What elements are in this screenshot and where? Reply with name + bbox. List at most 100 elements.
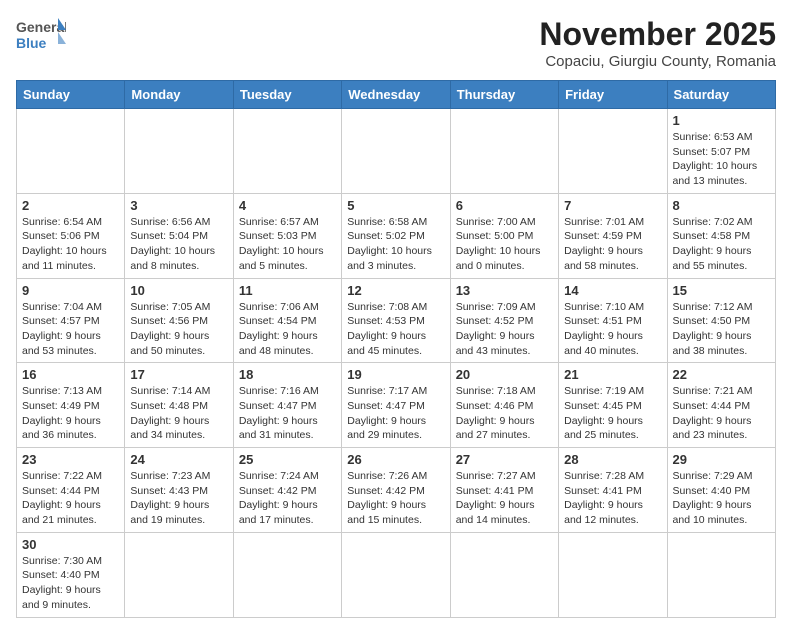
day-header-wednesday: Wednesday [342,81,450,109]
day-number: 4 [239,198,336,213]
cell-info: Sunrise: 7:08 AM Sunset: 4:53 PM Dayligh… [347,300,444,359]
day-number: 12 [347,283,444,298]
cell-info: Sunrise: 7:29 AM Sunset: 4:40 PM Dayligh… [673,469,770,528]
cell-info: Sunrise: 7:01 AM Sunset: 4:59 PM Dayligh… [564,215,661,274]
day-number: 24 [130,452,227,467]
cell-info: Sunrise: 6:54 AM Sunset: 5:06 PM Dayligh… [22,215,119,274]
logo-svg: General Blue [16,16,66,60]
calendar-table: SundayMondayTuesdayWednesdayThursdayFrid… [16,80,776,618]
calendar-cell: 30 Sunrise: 7:30 AM Sunset: 4:40 PM Dayli… [17,532,125,617]
logo: General Blue [16,16,66,60]
cell-info: Sunrise: 7:04 AM Sunset: 4:57 PM Dayligh… [22,300,119,359]
calendar-cell: 11Sunrise: 7:06 AM Sunset: 4:54 PM Dayli… [233,278,341,363]
day-number: 1 [673,113,770,128]
calendar-cell: 29 Sunrise: 7:29 AM Sunset: 4:40 PM Dayli… [667,448,775,533]
day-number: 19 [347,367,444,382]
calendar-cell [125,532,233,617]
calendar-cell [125,109,233,194]
title-area: November 2025 Copaciu, Giurgiu County, R… [539,16,776,70]
day-number: 16 [22,367,119,382]
day-number: 22 [673,367,770,382]
header: General Blue November 2025 Copaciu, Giur… [16,16,776,70]
calendar-cell: 10 Sunrise: 7:05 AM Sunset: 4:56 PM Dayli… [125,278,233,363]
cell-info: Sunrise: 7:26 AM Sunset: 4:42 PM Dayligh… [347,469,444,528]
calendar-cell [342,109,450,194]
calendar-cell [233,532,341,617]
calendar-cell [17,109,125,194]
day-number: 21 [564,367,661,382]
calendar-cell [559,532,667,617]
day-header-thursday: Thursday [450,81,558,109]
day-number: 25 [239,452,336,467]
calendar-cell: 22 Sunrise: 7:21 AM Sunset: 4:44 PM Dayli… [667,363,775,448]
day-number: 23 [22,452,119,467]
calendar-cell: 5 Sunrise: 6:58 AM Sunset: 5:02 PM Daylig… [342,193,450,278]
cell-info: Sunrise: 7:16 AM Sunset: 4:47 PM Dayligh… [239,384,336,443]
cell-info: Sunrise: 6:53 AM Sunset: 5:07 PM Dayligh… [673,130,770,189]
month-title: November 2025 [539,16,776,53]
calendar-cell: 4 Sunrise: 6:57 AM Sunset: 5:03 PM Daylig… [233,193,341,278]
calendar-cell [559,109,667,194]
day-number: 28 [564,452,661,467]
cell-info: Sunrise: 7:09 AM Sunset: 4:52 PM Dayligh… [456,300,553,359]
calendar-cell: 2 Sunrise: 6:54 AM Sunset: 5:06 PM Daylig… [17,193,125,278]
calendar-cell: 12 Sunrise: 7:08 AM Sunset: 4:53 PM Dayli… [342,278,450,363]
calendar-cell: 17Sunrise: 7:14 AM Sunset: 4:48 PM Dayli… [125,363,233,448]
cell-info: Sunrise: 6:58 AM Sunset: 5:02 PM Dayligh… [347,215,444,274]
calendar-cell: 6Sunrise: 7:00 AM Sunset: 5:00 PM Daylig… [450,193,558,278]
calendar-cell: 13 Sunrise: 7:09 AM Sunset: 4:52 PM Dayli… [450,278,558,363]
week-row-3: 9 Sunrise: 7:04 AM Sunset: 4:57 PM Daylig… [17,278,776,363]
calendar-cell: 3Sunrise: 6:56 AM Sunset: 5:04 PM Daylig… [125,193,233,278]
cell-info: Sunrise: 7:19 AM Sunset: 4:45 PM Dayligh… [564,384,661,443]
week-row-1: 1 Sunrise: 6:53 AM Sunset: 5:07 PM Daylig… [17,109,776,194]
cell-info: Sunrise: 7:17 AM Sunset: 4:47 PM Dayligh… [347,384,444,443]
day-header-monday: Monday [125,81,233,109]
day-number: 14 [564,283,661,298]
day-number: 18 [239,367,336,382]
calendar-cell: 27 Sunrise: 7:27 AM Sunset: 4:41 PM Dayli… [450,448,558,533]
svg-text:Blue: Blue [16,35,47,51]
cell-info: Sunrise: 7:13 AM Sunset: 4:49 PM Dayligh… [22,384,119,443]
cell-info: Sunrise: 7:18 AM Sunset: 4:46 PM Dayligh… [456,384,553,443]
day-number: 7 [564,198,661,213]
calendar-cell [450,109,558,194]
day-number: 20 [456,367,553,382]
calendar-cell [342,532,450,617]
week-row-5: 23Sunrise: 7:22 AM Sunset: 4:44 PM Dayli… [17,448,776,533]
calendar-cell: 23Sunrise: 7:22 AM Sunset: 4:44 PM Dayli… [17,448,125,533]
day-number: 30 [22,537,119,552]
day-header-friday: Friday [559,81,667,109]
cell-info: Sunrise: 7:21 AM Sunset: 4:44 PM Dayligh… [673,384,770,443]
cell-info: Sunrise: 7:05 AM Sunset: 4:56 PM Dayligh… [130,300,227,359]
calendar-cell: 20 Sunrise: 7:18 AM Sunset: 4:46 PM Dayli… [450,363,558,448]
day-number: 13 [456,283,553,298]
calendar-cell: 28Sunrise: 7:28 AM Sunset: 4:41 PM Dayli… [559,448,667,533]
day-number: 2 [22,198,119,213]
days-header-row: SundayMondayTuesdayWednesdayThursdayFrid… [17,81,776,109]
cell-info: Sunrise: 7:30 AM Sunset: 4:40 PM Dayligh… [22,554,119,613]
day-number: 9 [22,283,119,298]
cell-info: Sunrise: 7:10 AM Sunset: 4:51 PM Dayligh… [564,300,661,359]
day-number: 3 [130,198,227,213]
calendar-cell: 16 Sunrise: 7:13 AM Sunset: 4:49 PM Dayli… [17,363,125,448]
day-number: 5 [347,198,444,213]
calendar-cell [667,532,775,617]
day-header-sunday: Sunday [17,81,125,109]
week-row-2: 2 Sunrise: 6:54 AM Sunset: 5:06 PM Daylig… [17,193,776,278]
calendar-cell: 21 Sunrise: 7:19 AM Sunset: 4:45 PM Dayli… [559,363,667,448]
calendar-cell: 1 Sunrise: 6:53 AM Sunset: 5:07 PM Daylig… [667,109,775,194]
calendar-cell: 8Sunrise: 7:02 AM Sunset: 4:58 PM Daylig… [667,193,775,278]
calendar-cell: 9 Sunrise: 7:04 AM Sunset: 4:57 PM Daylig… [17,278,125,363]
week-row-6: 30 Sunrise: 7:30 AM Sunset: 4:40 PM Dayli… [17,532,776,617]
cell-info: Sunrise: 7:02 AM Sunset: 4:58 PM Dayligh… [673,215,770,274]
day-number: 17 [130,367,227,382]
cell-info: Sunrise: 7:27 AM Sunset: 4:41 PM Dayligh… [456,469,553,528]
day-header-tuesday: Tuesday [233,81,341,109]
day-header-saturday: Saturday [667,81,775,109]
day-number: 27 [456,452,553,467]
cell-info: Sunrise: 6:57 AM Sunset: 5:03 PM Dayligh… [239,215,336,274]
calendar-cell [233,109,341,194]
calendar-cell [450,532,558,617]
day-number: 29 [673,452,770,467]
day-number: 10 [130,283,227,298]
